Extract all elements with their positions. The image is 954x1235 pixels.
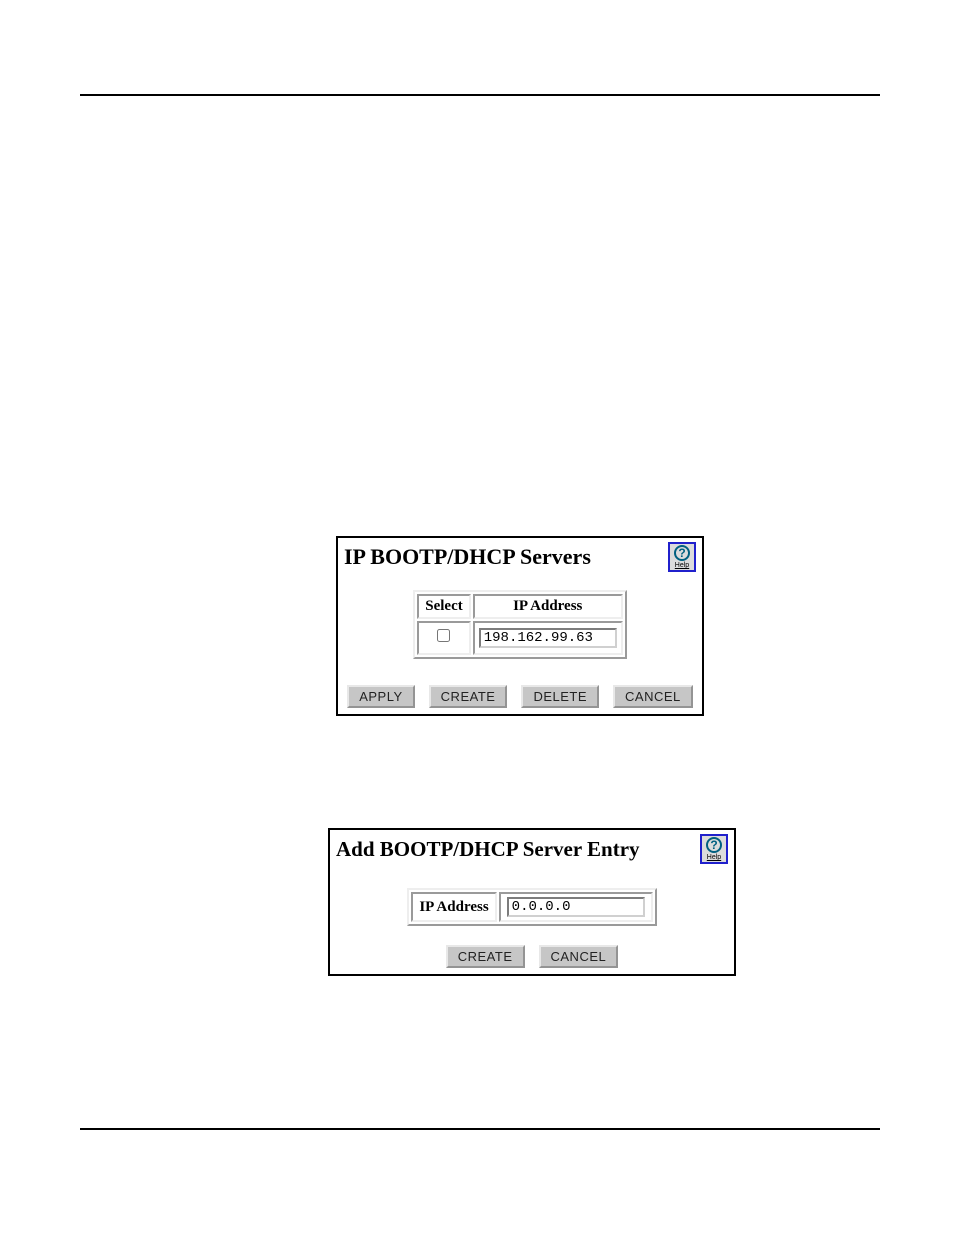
select-cell xyxy=(417,621,470,655)
help-icon[interactable]: ? Help xyxy=(700,834,728,864)
question-mark-icon: ? xyxy=(706,837,722,853)
button-row: CREATE CANCEL xyxy=(330,945,734,968)
cancel-button[interactable]: CANCEL xyxy=(613,685,693,708)
help-icon[interactable]: ? Help xyxy=(668,542,696,572)
add-entry-row: IP Address xyxy=(330,888,734,926)
top-horizontal-rule xyxy=(80,94,880,96)
add-entry-table: IP Address xyxy=(407,888,656,926)
apply-button[interactable]: APPLY xyxy=(347,685,414,708)
create-button[interactable]: CREATE xyxy=(429,685,508,708)
ip-address-input[interactable] xyxy=(507,897,645,917)
help-label: Help xyxy=(707,854,721,861)
ip-cell xyxy=(473,621,623,655)
column-header-ip: IP Address xyxy=(473,594,623,619)
cancel-button[interactable]: CANCEL xyxy=(539,945,619,968)
bottom-horizontal-rule xyxy=(80,1128,880,1130)
dialog-title: IP BOOTP/DHCP Servers xyxy=(344,544,668,570)
button-row: APPLY CREATE DELETE CANCEL xyxy=(338,685,702,708)
dialog-header: Add BOOTP/DHCP Server Entry ? Help xyxy=(330,830,734,868)
column-header-select: Select xyxy=(417,594,470,619)
server-table-wrap: Select IP Address xyxy=(338,590,702,659)
help-label: Help xyxy=(675,562,689,569)
dialog-header: IP BOOTP/DHCP Servers ? Help xyxy=(338,538,702,576)
server-table: Select IP Address xyxy=(413,590,626,659)
create-button[interactable]: CREATE xyxy=(446,945,525,968)
ip-input-cell xyxy=(499,892,653,922)
table-row xyxy=(417,621,622,655)
dialog-title: Add BOOTP/DHCP Server Entry xyxy=(336,837,700,862)
select-checkbox[interactable] xyxy=(437,629,450,642)
question-mark-icon: ? xyxy=(674,545,690,561)
ip-label-cell: IP Address xyxy=(411,892,496,922)
ip-address-label: IP Address xyxy=(419,899,488,915)
add-bootp-dhcp-server-dialog: Add BOOTP/DHCP Server Entry ? Help IP Ad… xyxy=(328,828,736,976)
ip-address-input[interactable] xyxy=(479,628,617,648)
delete-button[interactable]: DELETE xyxy=(521,685,599,708)
ip-bootp-dhcp-servers-dialog: IP BOOTP/DHCP Servers ? Help Select IP A… xyxy=(336,536,704,716)
